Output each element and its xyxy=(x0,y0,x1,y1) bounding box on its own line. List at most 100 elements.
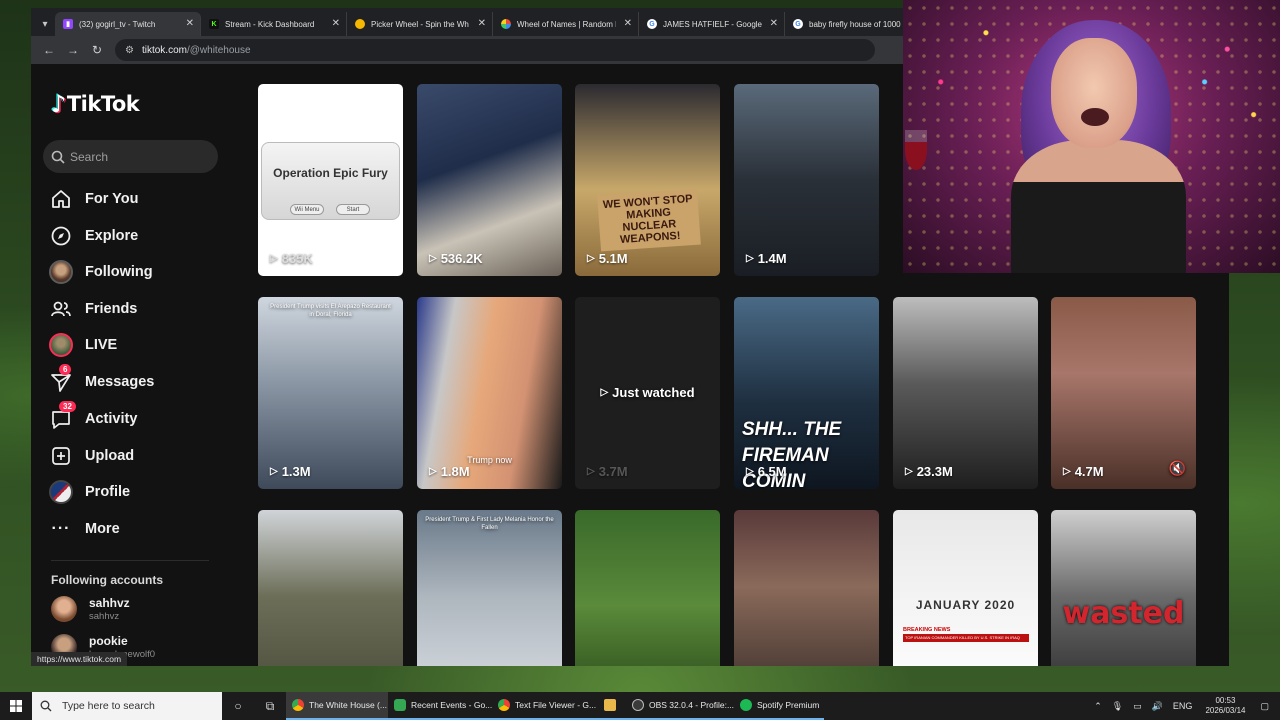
taskbar-app-recent-events[interactable]: Recent Events - Go... xyxy=(388,692,492,720)
tab-title: baby firefly house of 1000 xyxy=(809,19,901,29)
video-overlay-caption: President Trump visits El Arepazo Restau… xyxy=(270,304,391,318)
video-card[interactable]: ▷ 1.4M xyxy=(734,84,879,276)
taskbar-app-obs[interactable]: OBS 32.0.4 - Profile:... xyxy=(626,692,734,720)
nav-following[interactable]: Following xyxy=(49,257,219,287)
obs-icon xyxy=(632,699,644,711)
volume-icon[interactable]: 🔊 xyxy=(1152,701,1163,712)
friends-icon xyxy=(49,297,73,321)
video-card[interactable]: ▷ 536.2K xyxy=(417,84,562,276)
close-icon[interactable]: ✕ xyxy=(186,18,194,29)
wheel-icon xyxy=(501,19,511,29)
video-card[interactable]: President Trump & First Lady Melania Hon… xyxy=(417,510,562,666)
search-input[interactable] xyxy=(70,149,210,164)
view-count: ▷ 6.5M xyxy=(746,464,787,479)
taskbar-app-spotify[interactable]: Spotify Premium xyxy=(734,692,824,720)
video-overlay-caption: President Trump & First Lady Melania Hon… xyxy=(425,517,554,531)
video-card[interactable] xyxy=(575,510,720,666)
browser-tab-wheel-of-names[interactable]: Wheel of Names | Random N ✕ xyxy=(493,12,639,36)
nav-for-you[interactable]: For You xyxy=(49,184,219,214)
nav-live[interactable]: LIVE xyxy=(49,330,219,360)
close-icon[interactable]: ✕ xyxy=(478,18,486,29)
taskbar-app-label: OBS 32.0.4 - Profile:... xyxy=(649,700,734,710)
video-card[interactable]: ▷ 4.7M 🔇 xyxy=(1051,297,1196,489)
chevron-up-icon[interactable]: ⌃ xyxy=(1094,701,1102,712)
taskbar-search-placeholder: Type here to search xyxy=(62,700,155,712)
video-card[interactable] xyxy=(734,510,879,666)
task-view-icon[interactable]: ⧉ xyxy=(254,692,286,720)
mute-icon[interactable]: 🔇 xyxy=(1169,460,1186,477)
view-count: ▷ 536.2K xyxy=(429,251,483,266)
network-icon[interactable]: ▭ xyxy=(1133,701,1142,712)
inbox-icon: 32 xyxy=(49,401,76,431)
view-count: ▷ 4.7M xyxy=(1063,464,1104,479)
taskbar-app-file-explorer[interactable] xyxy=(598,692,626,720)
view-count: ▷ 1.3M xyxy=(270,464,311,479)
webcam-overlay xyxy=(903,0,1280,273)
nav-explore[interactable]: Explore xyxy=(49,221,219,251)
tiktok-note-icon: ♪ xyxy=(51,90,66,118)
profile-avatar-icon xyxy=(49,480,73,504)
windows-start-icon[interactable] xyxy=(0,692,32,720)
nav-more[interactable]: ··· More xyxy=(49,514,219,544)
streamer-body xyxy=(1011,140,1186,273)
video-card[interactable]: WE WON'T STOP MAKING NUCLEAR WEAPONS! ▷ 5… xyxy=(575,84,720,276)
link-status-url: https://www.tiktok.com xyxy=(31,652,128,666)
view-count: ▷ 1.8M xyxy=(429,464,470,479)
address-bar[interactable]: ⚙ tiktok.com/@whitehouse xyxy=(115,39,875,61)
browser-tab-kick[interactable]: K Stream - Kick Dashboard ✕ xyxy=(201,12,347,36)
video-card[interactable]: SHH... THE FIREMAN COMIN ▷ 6.5M xyxy=(734,297,879,489)
video-card[interactable]: Trump now ▷ 1.8M xyxy=(417,297,562,489)
sidebar: ♪ TikTok For You Explore xyxy=(31,64,231,666)
nav-activity[interactable]: 32 Activity xyxy=(49,401,219,434)
play-icon: ▷ xyxy=(905,466,913,477)
account-item-sahhvz[interactable]: sahhvz sahhvz xyxy=(51,596,130,622)
play-icon: ▷ xyxy=(429,253,437,264)
taskbar-search[interactable]: Type here to search xyxy=(32,692,222,720)
video-card[interactable]: ▷ Just watched ▷ 3.7M xyxy=(575,297,720,489)
notifications-icon[interactable]: ▢ xyxy=(1260,701,1269,712)
nav-label: Explore xyxy=(85,228,139,244)
taskbar-app-label: The White House (... xyxy=(309,700,387,710)
plus-square-icon xyxy=(49,444,73,468)
nav-friends[interactable]: Friends xyxy=(49,294,219,324)
video-card[interactable]: wasted xyxy=(1051,510,1196,666)
view-count: ▷ 835K xyxy=(270,251,313,266)
close-icon[interactable]: ✕ xyxy=(624,18,632,29)
browser-tab-picker-wheel[interactable]: Picker Wheel - Spin the Wh ✕ xyxy=(347,12,493,36)
site-info-icon[interactable]: ⚙ xyxy=(125,45,134,56)
video-card[interactable]: President Trump visits El Arepazo Restau… xyxy=(258,297,403,489)
avatar xyxy=(51,596,77,622)
compass-icon xyxy=(49,224,73,248)
tab-search-icon[interactable]: ▾ xyxy=(35,12,55,36)
logo-text: TikTok xyxy=(66,92,140,116)
home-icon xyxy=(49,187,73,211)
play-icon: ▷ xyxy=(587,466,595,477)
browser-tab-google-1[interactable]: G JAMES HATFIELF - Google S ✕ xyxy=(639,12,785,36)
video-card[interactable]: ▷ 23.3M xyxy=(893,297,1038,489)
search-box[interactable] xyxy=(43,140,218,173)
video-card[interactable]: Operation Epic Fury Wii Menu Start ▷ 835K xyxy=(258,84,403,276)
tab-title: JAMES HATFIELF - Google S xyxy=(663,19,762,29)
tiktok-logo[interactable]: ♪ TikTok xyxy=(51,90,140,118)
taskbar-clock[interactable]: 00:53 2026/03/14 xyxy=(1205,696,1245,716)
back-arrow-icon[interactable]: ← xyxy=(37,38,61,62)
play-icon: ▷ xyxy=(600,387,609,398)
reload-icon[interactable]: ↻ xyxy=(85,38,109,62)
nav-messages[interactable]: 6 Messages xyxy=(49,364,219,397)
cortana-icon[interactable]: ○ xyxy=(222,692,254,720)
microphone-icon[interactable]: 🎙 xyxy=(1112,701,1123,712)
nav-upload[interactable]: Upload xyxy=(49,441,219,471)
close-icon[interactable]: ✕ xyxy=(770,18,778,29)
video-card[interactable] xyxy=(258,510,403,666)
account-name: sahhvz xyxy=(89,596,130,610)
nav-label: Following xyxy=(85,264,153,280)
nav-profile[interactable]: Profile xyxy=(49,477,219,507)
forward-arrow-icon[interactable]: → xyxy=(61,38,85,62)
language-indicator[interactable]: ENG xyxy=(1173,701,1193,711)
video-card[interactable]: JANUARY 2020 BREAKING NEWS TOP IRANIAN C… xyxy=(893,510,1038,666)
browser-tab-twitch[interactable]: ▮ (32) gogirl_tv - Twitch ✕ xyxy=(55,12,201,36)
taskbar-app-text-viewer[interactable]: Text File Viewer - G... xyxy=(492,692,598,720)
close-icon[interactable]: ✕ xyxy=(332,18,340,29)
account-name: pookie xyxy=(89,634,128,648)
taskbar-app-chrome-whitehouse[interactable]: The White House (... xyxy=(286,692,388,720)
